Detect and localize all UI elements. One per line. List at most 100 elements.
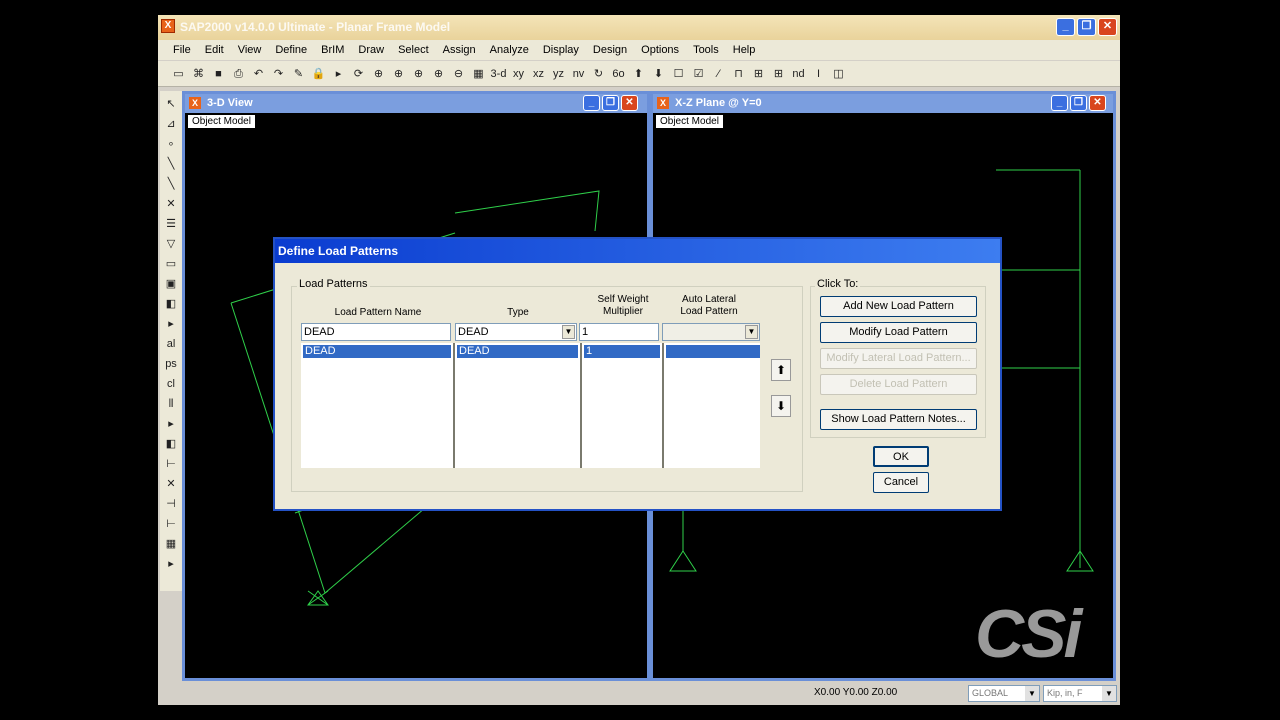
draw-tool-icon[interactable]: ▸ — [162, 555, 180, 573]
toolbar-tool-icon[interactable]: ⁄ — [710, 65, 727, 83]
draw-tool-icon[interactable]: ◧ — [162, 295, 180, 313]
toolbar-tool-icon[interactable]: ↻ — [590, 65, 607, 83]
draw-tool-icon[interactable]: ☰ — [162, 215, 180, 233]
toolbar-tool-icon[interactable]: ✎ — [290, 65, 307, 83]
toolbar-tool-icon[interactable]: ⬆ — [630, 65, 647, 83]
toolbar-tool-icon[interactable]: ⊖ — [450, 65, 467, 83]
toolbar-tool-icon[interactable]: ▭ — [170, 65, 187, 83]
delete-load-pattern-button[interactable]: Delete Load Pattern — [820, 374, 977, 395]
selected-row-type[interactable]: DEAD — [457, 345, 578, 358]
type-select[interactable]: DEAD ▼ — [455, 323, 577, 341]
draw-tool-icon[interactable]: ↖ — [162, 95, 180, 113]
menu-view[interactable]: View — [231, 44, 269, 56]
list-column-self-weight[interactable] — [582, 343, 664, 468]
toolbar-tool-icon[interactable]: ⟳ — [350, 65, 367, 83]
toolbar-tool-icon[interactable]: nv — [570, 65, 587, 83]
toolbar-tool-icon[interactable]: ↷ — [270, 65, 287, 83]
menu-file[interactable]: File — [166, 44, 198, 56]
draw-tool-icon[interactable]: ▸ — [162, 415, 180, 433]
toolbar-tool-icon[interactable]: ◫ — [830, 65, 847, 83]
menu-help[interactable]: Help — [726, 44, 763, 56]
coord-system-select[interactable]: GLOBAL ▼ — [968, 685, 1040, 702]
draw-tool-icon[interactable]: ps — [162, 355, 180, 373]
draw-tool-icon[interactable]: ▭ — [162, 255, 180, 273]
selected-row-self-weight[interactable]: 1 — [584, 345, 660, 358]
menu-define[interactable]: Define — [268, 44, 314, 56]
toolbar-tool-icon[interactable]: 3-d — [490, 65, 507, 83]
minimize-button[interactable]: _ — [583, 95, 600, 111]
draw-tool-icon[interactable]: ⊢ — [162, 515, 180, 533]
menu-analyze[interactable]: Analyze — [483, 44, 536, 56]
draw-tool-icon[interactable]: ▣ — [162, 275, 180, 293]
toolbar-tool-icon[interactable]: ⬇ — [650, 65, 667, 83]
toolbar-tool-icon[interactable]: ⌘ — [190, 65, 207, 83]
toolbar-tool-icon[interactable]: ☑ — [690, 65, 707, 83]
auto-lateral-select[interactable]: ▼ — [662, 323, 760, 341]
menu-options[interactable]: Options — [634, 44, 686, 56]
list-column-type[interactable] — [455, 343, 582, 468]
toolbar-tool-icon[interactable]: ■ — [210, 65, 227, 83]
close-button[interactable]: ✕ — [1098, 18, 1117, 36]
toolbar-tool-icon[interactable]: ⊕ — [370, 65, 387, 83]
self-weight-input[interactable]: 1 — [579, 323, 659, 341]
menu-design[interactable]: Design — [586, 44, 634, 56]
draw-tool-icon[interactable]: ⊢ — [162, 455, 180, 473]
draw-tool-icon[interactable]: ╲ — [162, 175, 180, 193]
close-button[interactable]: ✕ — [1089, 95, 1106, 111]
list-column-name[interactable] — [301, 343, 455, 468]
restore-button[interactable]: ❐ — [1077, 18, 1096, 36]
move-up-button[interactable]: ⬆ — [771, 359, 791, 381]
modify-load-pattern-button[interactable]: Modify Load Pattern — [820, 322, 977, 343]
draw-tool-icon[interactable]: ⊣ — [162, 495, 180, 513]
selected-row-auto-lateral[interactable] — [666, 345, 760, 358]
toolbar-tool-icon[interactable]: ⊓ — [730, 65, 747, 83]
ok-button[interactable]: OK — [873, 446, 929, 467]
draw-tool-icon[interactable]: ▦ — [162, 535, 180, 553]
menu-brim[interactable]: BrIM — [314, 44, 351, 56]
show-load-pattern-notes-button[interactable]: Show Load Pattern Notes... — [820, 409, 977, 430]
toolbar-tool-icon[interactable]: ⊕ — [430, 65, 447, 83]
toolbar-tool-icon[interactable]: ↶ — [250, 65, 267, 83]
minimize-button[interactable]: _ — [1051, 95, 1068, 111]
units-select[interactable]: Kip, in, F ▼ — [1043, 685, 1117, 702]
draw-tool-icon[interactable]: ▽ — [162, 235, 180, 253]
toolbar-tool-icon[interactable]: I — [810, 65, 827, 83]
draw-tool-icon[interactable]: cl — [162, 375, 180, 393]
toolbar-tool-icon[interactable]: ⊕ — [410, 65, 427, 83]
draw-tool-icon[interactable]: ▸ — [162, 315, 180, 333]
draw-tool-icon[interactable]: ✕ — [162, 195, 180, 213]
app-icon[interactable]: X — [161, 19, 175, 33]
draw-tool-icon[interactable]: ✕ — [162, 475, 180, 493]
toolbar-tool-icon[interactable]: xz — [530, 65, 547, 83]
toolbar-tool-icon[interactable]: ⎙ — [230, 65, 247, 83]
toolbar-tool-icon[interactable]: ⊞ — [770, 65, 787, 83]
draw-tool-icon[interactable]: ⊿ — [162, 115, 180, 133]
add-new-load-pattern-button[interactable]: Add New Load Pattern — [820, 296, 977, 317]
menu-select[interactable]: Select — [391, 44, 436, 56]
menu-assign[interactable]: Assign — [436, 44, 483, 56]
toolbar-tool-icon[interactable]: nd — [790, 65, 807, 83]
selected-row-name[interactable]: DEAD — [303, 345, 451, 358]
toolbar-tool-icon[interactable]: ☐ — [670, 65, 687, 83]
menu-draw[interactable]: Draw — [351, 44, 391, 56]
toolbar-tool-icon[interactable]: ⊕ — [390, 65, 407, 83]
toolbar-tool-icon[interactable]: 🔒 — [310, 65, 327, 83]
minimize-button[interactable]: _ — [1056, 18, 1075, 36]
toolbar-tool-icon[interactable]: 6o — [610, 65, 627, 83]
menu-edit[interactable]: Edit — [198, 44, 231, 56]
cancel-button[interactable]: Cancel — [873, 472, 929, 493]
restore-button[interactable]: ❐ — [1070, 95, 1087, 111]
move-down-button[interactable]: ⬇ — [771, 395, 791, 417]
toolbar-tool-icon[interactable]: ▸ — [330, 65, 347, 83]
toolbar-tool-icon[interactable]: ⊞ — [750, 65, 767, 83]
toolbar-tool-icon[interactable]: yz — [550, 65, 567, 83]
modify-lateral-load-pattern-button[interactable]: Modify Lateral Load Pattern... — [820, 348, 977, 369]
close-button[interactable]: ✕ — [621, 95, 638, 111]
draw-tool-icon[interactable]: al — [162, 335, 180, 353]
menu-display[interactable]: Display — [536, 44, 586, 56]
load-pattern-name-input[interactable]: DEAD — [301, 323, 451, 341]
draw-tool-icon[interactable]: ╲ — [162, 155, 180, 173]
menu-tools[interactable]: Tools — [686, 44, 726, 56]
draw-tool-icon[interactable]: ∘ — [162, 135, 180, 153]
draw-tool-icon[interactable]: ⫴ — [162, 395, 180, 413]
